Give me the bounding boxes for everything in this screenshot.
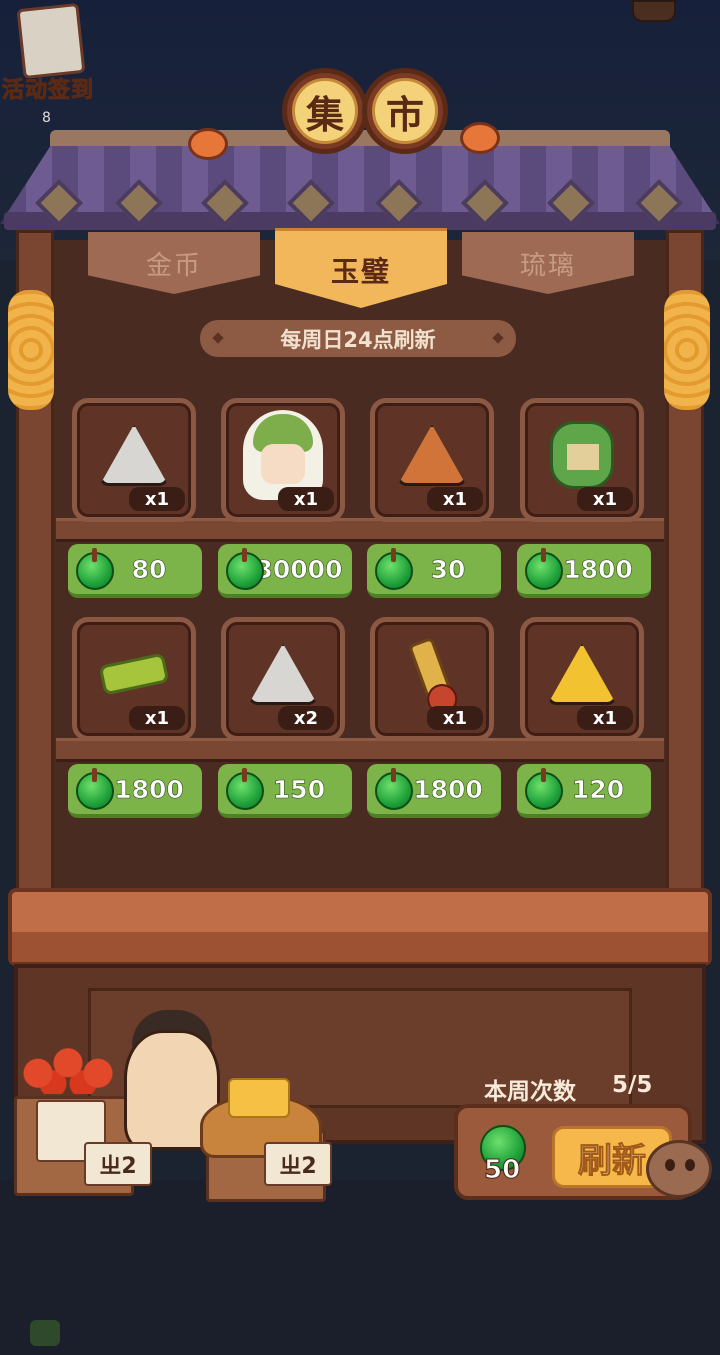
white-spiral-rune-icon [99,424,169,487]
bun-mascot-icon [646,1140,712,1198]
corner-indicator [30,1320,60,1346]
persimmon-icon [460,122,500,154]
ground [0,1180,720,1355]
price-button-6[interactable]: 150 [218,764,352,818]
item-qty: x1 [427,706,483,730]
price-button-3[interactable]: 30 [367,544,501,598]
price-tag: ㄓ2 [264,1142,332,1186]
persimmon-icon [188,128,228,160]
corn-decoration-icon [664,290,710,410]
green-scroll-ornament-icon [550,421,614,490]
butter-icon [228,1078,290,1118]
corn-decoration-icon [8,290,54,410]
item-slot-7[interactable]: x1 [370,617,494,741]
item-qty: x1 [577,706,633,730]
roof-eave [4,212,716,230]
item-qty: x1 [129,706,185,730]
activity-sub: 8 [42,110,51,126]
item-slot-2[interactable]: x1 [221,398,345,522]
activity-label: 活动签到 [2,78,95,104]
market-sign-right: 市 [362,68,448,154]
weekly-label: 本周次数 [484,1079,576,1105]
price-tag: ㄓ2 [84,1142,152,1186]
price-button-7[interactable]: 1800 [367,764,501,818]
weekly-count: 5/5 [612,1072,653,1098]
jade-icon [375,768,413,810]
diamond-icon [492,332,504,344]
shelf [56,738,664,762]
top-right-button[interactable] [632,0,676,22]
item-slot-6[interactable]: x2 [221,617,345,741]
item-slot-4[interactable]: x1 [520,398,644,522]
item-slot-1[interactable]: x1 [72,398,196,522]
jade-icon [525,768,563,810]
price-button-8[interactable]: 120 [517,764,651,818]
price-button-5[interactable]: 1800 [68,764,202,818]
orange-rune-icon [397,424,467,487]
jade-icon [76,768,114,810]
item-slot-5[interactable]: x1 [72,617,196,741]
price-button-1[interactable]: 80 [68,544,202,598]
jade-icon [226,768,264,810]
item-slot-3[interactable]: x1 [370,398,494,522]
jade-icon [76,548,114,590]
green-ribbon-ornament-icon [98,652,170,696]
refresh-notice: 每周日24点刷新 [200,320,516,357]
counter-top [8,888,712,966]
yellow-antler-rune-icon [547,643,617,706]
white-leaf-rune-icon [248,643,318,706]
item-qty: x1 [427,487,483,511]
diamond-icon [212,332,224,344]
sign-char: 集 [292,78,358,144]
item-qty: x1 [577,487,633,511]
jade-icon [525,548,563,590]
item-slot-8[interactable]: x1 [520,617,644,741]
item-qty: x1 [278,487,334,511]
activity-signin-button[interactable]: 活动签到 8 [2,0,102,126]
market-sign-left: 集 [282,68,368,154]
signin-board-icon [16,2,86,80]
item-qty: x1 [129,487,185,511]
sign-char: 市 [372,78,438,144]
price-button-4[interactable]: 1800 [517,544,651,598]
tomatoes-icon [18,1042,118,1094]
jade-icon [226,548,264,590]
key-doll-ornament-icon [407,637,462,719]
jade-icon [375,548,413,590]
item-qty: x2 [278,706,334,730]
refresh-cost: 50 [483,1155,521,1186]
price-button-2[interactable]: 30000 [218,544,352,598]
